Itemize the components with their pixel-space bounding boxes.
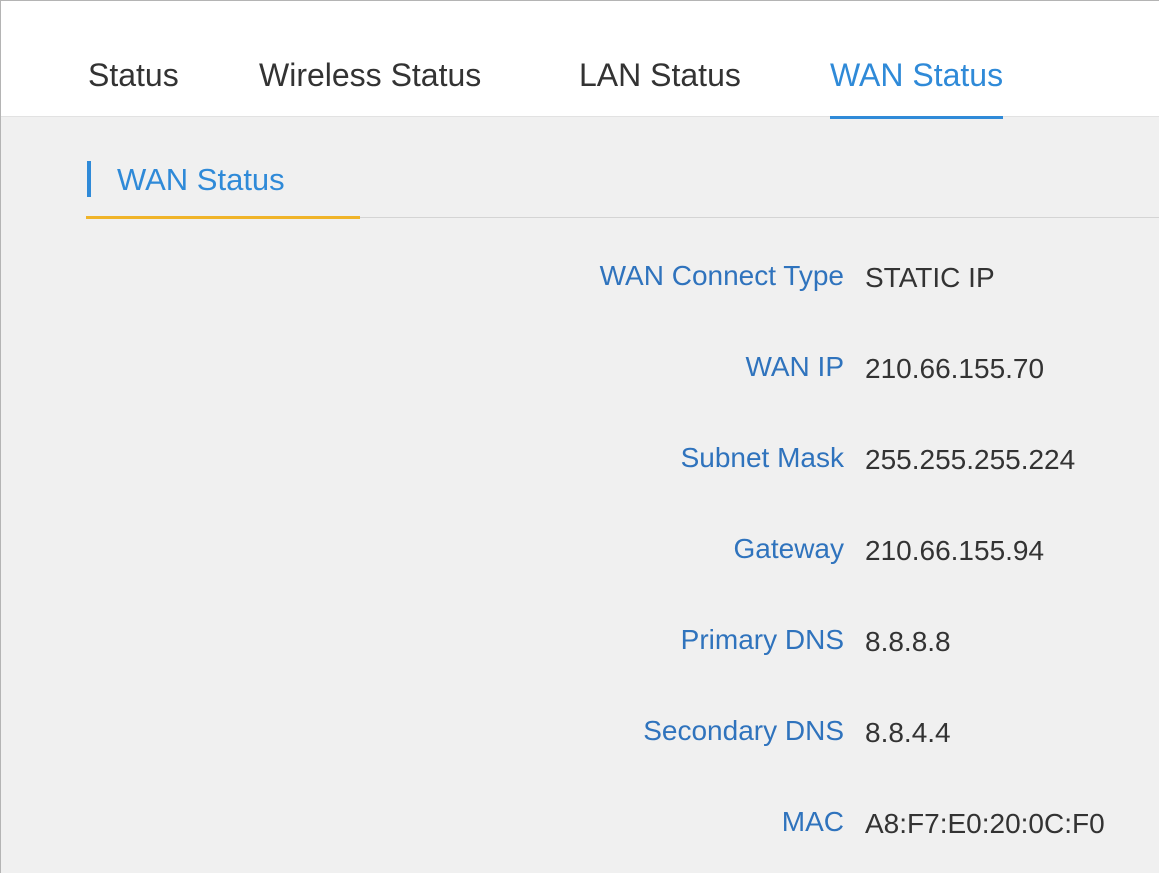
info-value: 255.255.255.224 [865,444,1076,475]
info-row-wan-ip: WAN IP 210.66.155.70 [1,340,1159,431]
info-row-gateway: Gateway 210.66.155.94 [1,522,1159,613]
tab-status[interactable]: Status [88,53,179,97]
info-label: MAC [781,806,844,837]
info-label: Secondary DNS [643,715,844,746]
info-label: Gateway [733,533,845,564]
status-tab-bar: Status Wireless Status LAN Status WAN St… [1,1,1159,119]
info-value: 210.66.155.70 [865,353,1045,384]
info-label: Primary DNS [680,624,844,655]
info-row-secondary-dns: Secondary DNS 8.8.4.4 [1,704,1159,795]
info-row-connect-type: WAN Connect Type STATIC IP [1,249,1159,340]
wan-info-list: WAN Connect Type STATIC IP WAN IP 210.66… [1,249,1159,873]
info-value: 8.8.4.4 [865,717,951,748]
info-value: 8.8.8.8 [865,626,951,657]
wan-status-page: Status Wireless Status LAN Status WAN St… [0,0,1159,873]
info-value: STATIC IP [865,262,995,293]
info-row-subnet-mask: Subnet Mask 255.255.255.224 [1,431,1159,522]
info-label: WAN IP [745,351,844,382]
section-accent-bar [87,161,91,197]
info-value: 210.66.155.94 [865,535,1045,566]
tab-wireless-status[interactable]: Wireless Status [259,53,481,97]
tab-lan-status[interactable]: LAN Status [579,53,741,97]
info-value: A8:F7:E0:20:0C:F0 [865,808,1105,839]
info-row-primary-dns: Primary DNS 8.8.8.8 [1,613,1159,704]
section-title: WAN Status [117,162,285,197]
section-header: WAN Status [1,117,1159,223]
section-title-underline [86,216,360,219]
info-row-mac: MAC A8:F7:E0:20:0C:F0 [1,795,1159,873]
info-label: Subnet Mask [680,442,844,473]
tab-wan-status[interactable]: WAN Status [830,53,1004,119]
info-label: WAN Connect Type [599,260,844,291]
